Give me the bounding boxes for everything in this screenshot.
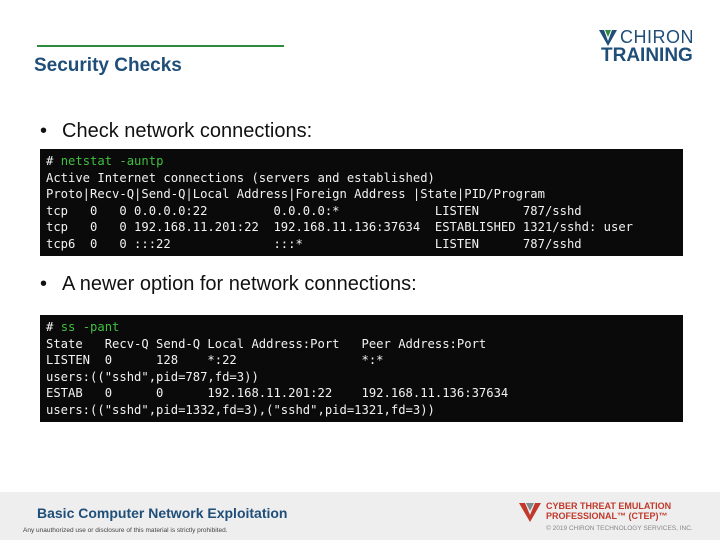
logo-line2: TRAINING bbox=[601, 45, 693, 66]
output-line: users:(("sshd",pid=787,fd=3)) bbox=[46, 369, 259, 384]
output-line: Proto|Recv-Q|Send-Q|Local Address|Foreig… bbox=[46, 187, 545, 201]
command: netstat -auntp bbox=[60, 154, 164, 168]
disclaimer: Any unauthorized use or disclosure of th… bbox=[23, 527, 228, 534]
program-line1: CYBER THREAT EMULATION bbox=[546, 501, 672, 511]
prompt: # bbox=[46, 320, 61, 334]
output-line: ESTAB 0 0 192.168.11.201:22 192.168.11.1… bbox=[46, 386, 509, 400]
output-line: Active Internet connections (servers and… bbox=[46, 170, 435, 185]
output-line: State Recv-Q Send-Q Local Address:Port P… bbox=[46, 336, 487, 351]
ctep-shield-icon bbox=[519, 503, 541, 522]
copyright: © 2019 CHIRON TECHNOLOGY SERVICES, INC. bbox=[546, 525, 693, 532]
bullet-icon: • bbox=[40, 120, 48, 142]
ctep-logo: CYBER THREAT EMULATION PROFESSIONAL™ (CT… bbox=[518, 499, 708, 539]
terminal-block-ss: # ss -pant State Recv-Q Send-Q Local Add… bbox=[40, 315, 683, 422]
chiron-training-logo: CHIRON TRAINING bbox=[598, 27, 694, 67]
course-title: Basic Computer Network Exploitation bbox=[37, 505, 288, 521]
slide-title: Security Checks bbox=[34, 55, 182, 76]
prompt: # bbox=[46, 154, 61, 168]
output-line: tcp6 0 0 :::22 :::* LISTEN 787/sshd bbox=[46, 236, 582, 251]
bullet-text: A newer option for network connections: bbox=[62, 273, 417, 295]
bullet-icon: • bbox=[40, 273, 48, 295]
terminal-block-netstat: # netstat -auntp Active Internet connect… bbox=[40, 149, 683, 256]
bullet-item: • Check network connections: bbox=[40, 120, 312, 143]
command: ss -pant bbox=[60, 320, 120, 334]
program-line2: PROFESSIONAL™ (CTEP)™ bbox=[546, 511, 668, 521]
output-line: tcp 0 0 192.168.11.201:22 192.168.11.136… bbox=[46, 220, 633, 234]
output-line: users:(("sshd",pid=1332,fd=3),("sshd",pi… bbox=[46, 402, 435, 417]
bullet-text: Check network connections: bbox=[62, 120, 313, 142]
title-rule bbox=[37, 45, 284, 47]
output-line: LISTEN 0 128 *:22 *:* bbox=[46, 353, 384, 367]
bullet-item: • A newer option for network connections: bbox=[40, 273, 417, 296]
output-line: tcp 0 0 0.0.0.0:22 0.0.0.0:* LISTEN 787/… bbox=[46, 203, 582, 218]
